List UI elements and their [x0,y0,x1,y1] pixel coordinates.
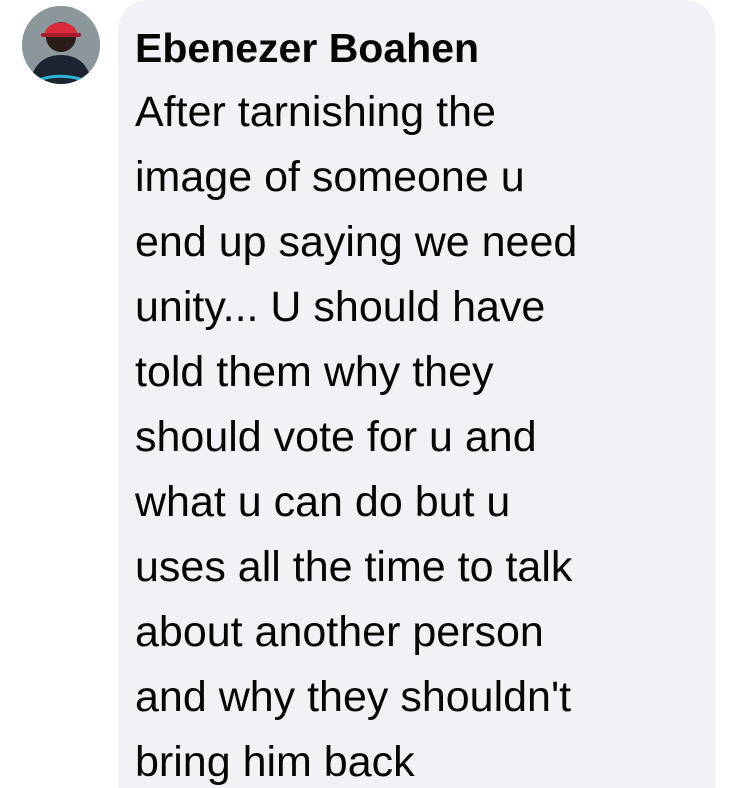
comment-text-line: unity... U should have [135,283,546,331]
comment-author-name[interactable]: Ebenezer Boahen [135,22,479,74]
comment-text-line: and why they shouldn't [135,673,572,721]
comment-text: After tarnishing the image of someone u … [135,80,715,788]
comment-text-line: image of someone u [135,153,525,201]
comment-text-line: told them why they [135,348,494,396]
profile-avatar[interactable] [22,6,100,84]
comment-screenshot: Ebenezer Boahen After tarnishing the ima… [0,0,733,788]
comment-text-line: about another person [135,608,544,656]
profile-photo-icon [22,6,100,84]
comment-text-line: bring him back [135,738,415,786]
comment-text-line: end up saying we need [135,218,578,266]
comment-text-line: what u can do but u [135,478,511,526]
comment-text-line: After tarnishing the [135,88,496,136]
comment-text-line: uses all the time to talk [135,543,573,591]
comment-text-line: should vote for u and [135,413,537,461]
